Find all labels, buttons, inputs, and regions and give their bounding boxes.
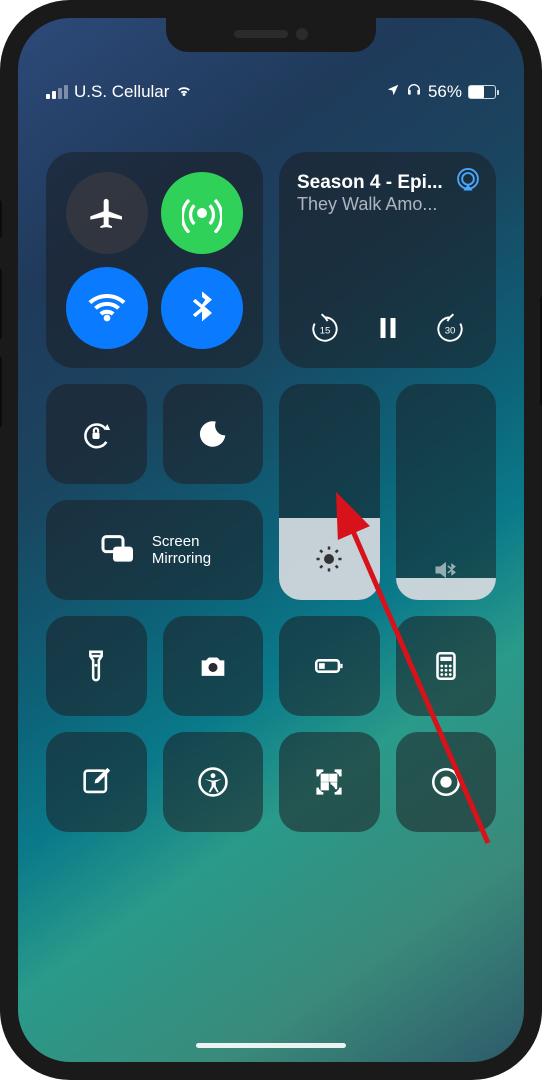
screen-mirroring-tile[interactable]: Screen Mirroring [46,500,263,600]
control-center: Season 4 - Epi... They Walk Amo... 15 30 [46,152,496,832]
status-bar: U.S. Cellular 56% [46,70,496,114]
screen: U.S. Cellular 56% [18,18,524,1062]
media-subtitle: They Walk Amo... [297,194,478,215]
qr-code-icon [312,765,346,799]
wifi-icon [87,288,127,328]
calculator-tile[interactable] [396,616,497,716]
compose-icon [79,765,113,799]
screen-mirroring-label: Screen Mirroring [152,533,211,568]
media-panel[interactable]: Season 4 - Epi... They Walk Amo... 15 30 [279,152,496,368]
brightness-slider[interactable] [279,384,380,600]
screen-mirroring-icon [98,530,138,570]
cellular-data-toggle[interactable] [161,172,243,254]
orientation-lock-icon [79,417,113,451]
svg-text:30: 30 [445,325,456,336]
volume-slider[interactable] [396,384,497,600]
headphones-icon [406,82,422,103]
airplay-icon[interactable] [454,166,482,194]
carrier-label: U.S. Cellular [74,82,169,102]
low-power-tile[interactable] [279,616,380,716]
flashlight-icon [79,649,113,683]
bluetooth-icon [182,288,222,328]
home-indicator[interactable] [196,1043,346,1048]
airplane-icon [87,193,127,233]
volume-down-button [0,356,2,428]
accessibility-tile[interactable] [163,732,264,832]
svg-text:15: 15 [320,325,331,336]
battery-icon [468,85,496,99]
skip-forward-button[interactable]: 30 [428,306,472,350]
notes-tile[interactable] [46,732,147,832]
screen-record-tile[interactable] [396,732,497,832]
connectivity-panel[interactable] [46,152,263,368]
record-icon [429,765,463,799]
wifi-icon [175,81,193,104]
cellular-signal-icon [46,85,68,99]
camera-tile[interactable] [163,616,264,716]
volume-bluetooth-icon [432,556,460,584]
play-pause-button[interactable] [366,306,410,350]
airplane-mode-toggle[interactable] [66,172,148,254]
qr-scan-tile[interactable] [279,732,380,832]
location-icon [386,82,400,102]
orientation-lock-tile[interactable] [46,384,147,484]
battery-percent-label: 56% [428,82,462,102]
flashlight-tile[interactable] [46,616,147,716]
ringer-switch [0,200,2,238]
do-not-disturb-tile[interactable] [163,384,264,484]
bluetooth-toggle[interactable] [161,267,243,349]
brightness-icon [314,544,344,574]
moon-icon [196,417,230,451]
accessibility-icon [196,765,230,799]
skip-back-button[interactable]: 15 [303,306,347,350]
calculator-icon [429,649,463,683]
notch [166,18,376,52]
camera-icon [196,649,230,683]
volume-up-button [0,268,2,340]
battery-icon [312,649,346,683]
wifi-toggle[interactable] [66,267,148,349]
media-title: Season 4 - Epi... [297,172,478,194]
phone-frame: U.S. Cellular 56% [0,0,542,1080]
media-controls: 15 30 [297,306,478,354]
cellular-antenna-icon [182,193,222,233]
